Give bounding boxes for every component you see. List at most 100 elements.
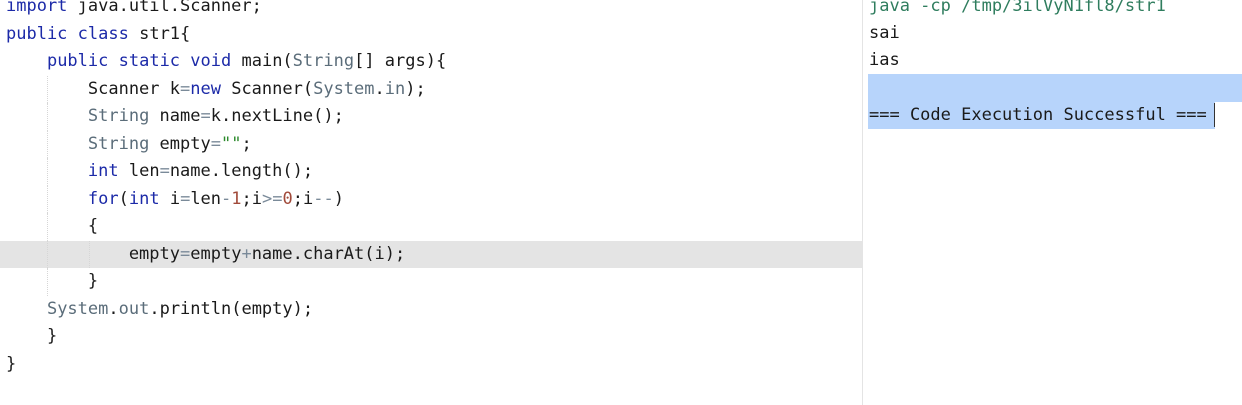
code-editor[interactable]: import java.util.Scanner; public class st…: [0, 0, 862, 405]
code-token: class: [77, 23, 129, 44]
code-token: System: [313, 78, 375, 99]
code-text: String empty="";: [6, 131, 252, 159]
code-token: len: [118, 161, 160, 181]
code-line[interactable]: }: [0, 323, 862, 351]
code-line[interactable]: System.out.println(empty);: [0, 296, 862, 324]
text-selection: [868, 74, 1242, 102]
code-token: .: [374, 78, 385, 99]
code-token: .: [108, 298, 119, 319]
code-token: in: [384, 78, 406, 99]
code-text: }: [6, 323, 57, 351]
code-token: String: [87, 106, 150, 126]
code-token: Scanner(: [220, 78, 314, 99]
code-token: >=: [262, 188, 283, 209]
code-token: String: [292, 51, 355, 71]
code-line[interactable]: empty=empty+name.charAt(i);: [0, 240, 862, 269]
code-token: (: [118, 188, 129, 209]
output-panel[interactable]: java -cp /tmp/3ilVyN1fl8/str1 sai ias ==…: [863, 0, 1242, 405]
code-token: [] args){: [354, 51, 447, 71]
output-command: java -cp /tmp/3ilVyN1fl8/str1: [869, 0, 1166, 16]
code-token: =: [200, 106, 211, 126]
code-token: ;: [241, 133, 252, 154]
code-text: int len=name.length();: [6, 158, 313, 186]
code-token: String: [87, 133, 150, 154]
code-token: =: [210, 133, 221, 154]
code-token: =: [180, 188, 191, 209]
code-token: len: [190, 188, 222, 209]
code-token: int: [128, 188, 160, 209]
code-token: name.length();: [169, 161, 314, 181]
code-line[interactable]: }: [0, 351, 862, 379]
code-text: Scanner k=new Scanner(System.in);: [6, 76, 426, 104]
code-text: }: [6, 268, 98, 296]
code-line[interactable]: }: [0, 268, 862, 296]
code-token: -: [221, 188, 232, 209]
code-token: import: [6, 0, 68, 16]
code-token: public: [46, 51, 109, 71]
code-text: public class str1{: [6, 21, 190, 49]
code-line[interactable]: import java.util.Scanner;: [0, 0, 862, 21]
code-token: empty: [190, 243, 242, 264]
code-token: ;i: [292, 188, 314, 209]
code-text: import java.util.Scanner;: [6, 0, 262, 21]
code-token: Scanner k: [6, 78, 180, 99]
code-text: empty=empty+name.charAt(i);: [6, 241, 405, 269]
code-token: ;i: [241, 188, 263, 209]
code-token: {: [6, 216, 99, 236]
code-token: =: [180, 243, 191, 264]
code-token: 1: [231, 188, 242, 209]
code-token: str1{: [128, 23, 191, 44]
code-token: new: [190, 78, 221, 99]
code-token: =: [159, 161, 170, 181]
code-token: out: [118, 298, 150, 319]
code-token: System: [46, 298, 109, 319]
code-line[interactable]: String empty="";: [0, 130, 862, 159]
code-token: 0: [282, 188, 293, 209]
code-token: );: [405, 78, 426, 99]
code-token: "": [220, 133, 242, 154]
code-token: empty: [6, 243, 180, 264]
code-token: name: [149, 106, 201, 126]
code-token: }: [6, 326, 58, 346]
code-text: }: [6, 351, 16, 379]
code-text: {: [6, 213, 98, 241]
code-token: }: [6, 271, 99, 291]
code-token: ): [333, 188, 344, 209]
code-line[interactable]: String name=k.nextLine();: [0, 103, 862, 131]
code-token: k.nextLine();: [210, 106, 344, 126]
code-token: i: [159, 188, 181, 209]
code-text: String name=k.nextLine();: [6, 103, 344, 131]
code-line[interactable]: public static void main(String[] args){: [0, 48, 862, 76]
output-status: === Code Execution Successful ===: [869, 105, 1207, 125]
code-text: public static void main(String[] args){: [6, 48, 446, 76]
code-line[interactable]: for(int i=len-1;i>=0;i--): [0, 185, 862, 213]
code-token: main(: [231, 51, 293, 71]
output-line: sai: [869, 23, 900, 43]
code-token: +: [241, 243, 252, 264]
code-token: java.util.Scanner;: [67, 0, 262, 16]
text-caret: [1214, 103, 1215, 127]
code-line[interactable]: {: [0, 213, 862, 241]
code-token: .println(empty);: [149, 298, 314, 319]
code-text: System.out.println(empty);: [6, 296, 313, 324]
code-token: =: [180, 78, 191, 99]
code-line[interactable]: Scanner k=new Scanner(System.in);: [0, 75, 862, 104]
code-token: }: [6, 353, 17, 374]
code-token: --: [313, 188, 334, 209]
code-token: int: [87, 161, 119, 181]
code-line[interactable]: int len=name.length();: [0, 158, 862, 186]
code-token: static: [118, 51, 181, 71]
code-token: void: [190, 51, 232, 71]
code-token: public: [6, 23, 68, 44]
code-line[interactable]: public class str1{: [0, 21, 862, 49]
code-token: name.charAt(i);: [251, 243, 406, 264]
